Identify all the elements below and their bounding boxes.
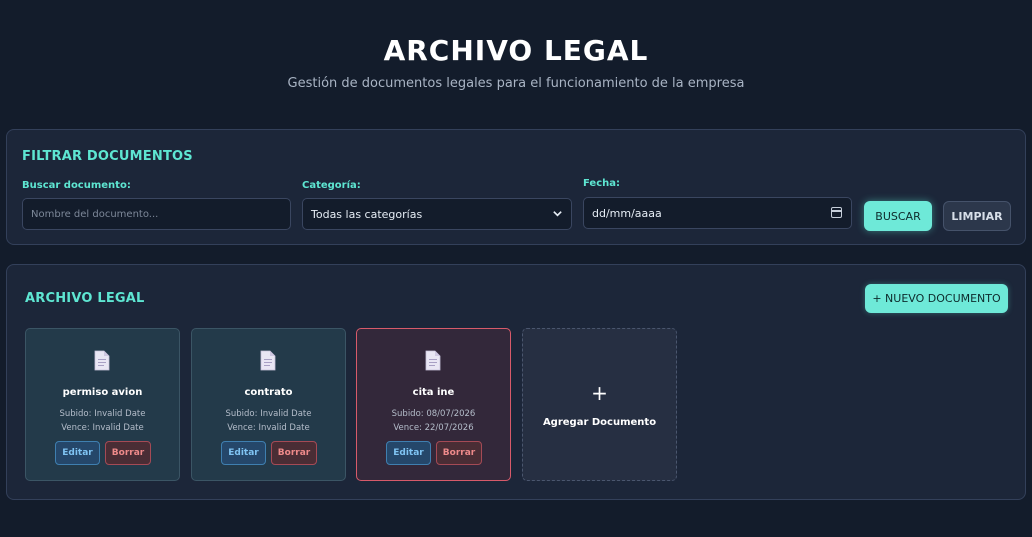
document-name: permiso avion <box>62 387 143 398</box>
edit-button[interactable]: Editar <box>386 441 431 465</box>
document-icon <box>260 350 276 371</box>
document-name: cita ine <box>412 387 455 398</box>
document-uploaded: Subido: Invalid Date <box>225 409 312 419</box>
chevron-down-icon <box>552 208 563 222</box>
document-name: contrato <box>244 387 293 398</box>
document-icon <box>94 350 110 371</box>
page-subtitle: Gestión de documentos legales para el fu… <box>287 76 745 91</box>
delete-button[interactable]: Borrar <box>271 441 317 465</box>
document-expires: Vence: Invalid Date <box>227 423 310 433</box>
document-icon <box>425 350 441 371</box>
document-uploaded: Subido: 08/07/2026 <box>391 409 476 419</box>
category-select[interactable]: Todas las categorías <box>302 198 572 230</box>
delete-button[interactable]: Borrar <box>436 441 482 465</box>
filter-title: FILTRAR DOCUMENTOS <box>22 149 193 164</box>
page: ARCHIVO LEGAL Gestión de documentos lega… <box>0 0 1032 537</box>
category-value: Todas las categorías <box>311 207 423 221</box>
document-card[interactable]: contrato Subido: Invalid Date Vence: Inv… <box>191 328 346 481</box>
archive-panel: ARCHIVO LEGAL + NUEVO DOCUMENTO permiso … <box>6 264 1026 500</box>
edit-button[interactable]: Editar <box>55 441 100 465</box>
clear-button[interactable]: LIMPIAR <box>943 201 1011 231</box>
document-expires: Vence: Invalid Date <box>61 423 144 433</box>
document-card-alert[interactable]: cita ine Subido: 08/07/2026 Vence: 22/07… <box>356 328 511 481</box>
search-label: Buscar documento: <box>22 180 131 191</box>
date-value: dd/mm/aaaa <box>592 206 662 220</box>
category-label: Categoría: <box>302 180 361 191</box>
add-document-label: Agregar Documento <box>542 417 657 428</box>
search-button[interactable]: BUSCAR <box>864 201 932 231</box>
archive-title: ARCHIVO LEGAL <box>25 291 145 306</box>
search-placeholder: Nombre del documento... <box>31 208 159 220</box>
calendar-icon[interactable] <box>831 207 842 218</box>
add-document-card[interactable]: + Agregar Documento <box>522 328 677 481</box>
new-document-button[interactable]: + NUEVO DOCUMENTO <box>865 284 1008 313</box>
search-input[interactable]: Nombre del documento... <box>22 198 291 230</box>
document-card[interactable]: permiso avion Subido: Invalid Date Vence… <box>25 328 180 481</box>
document-expires: Vence: 22/07/2026 <box>393 423 474 433</box>
page-title: ARCHIVO LEGAL <box>383 34 649 67</box>
date-label: Fecha: <box>583 178 621 189</box>
plus-icon: + <box>591 381 608 405</box>
date-input[interactable]: dd/mm/aaaa <box>583 197 852 229</box>
filter-panel: FILTRAR DOCUMENTOS Buscar documento: Nom… <box>6 129 1026 245</box>
edit-button[interactable]: Editar <box>221 441 266 465</box>
delete-button[interactable]: Borrar <box>105 441 151 465</box>
document-uploaded: Subido: Invalid Date <box>59 409 146 419</box>
